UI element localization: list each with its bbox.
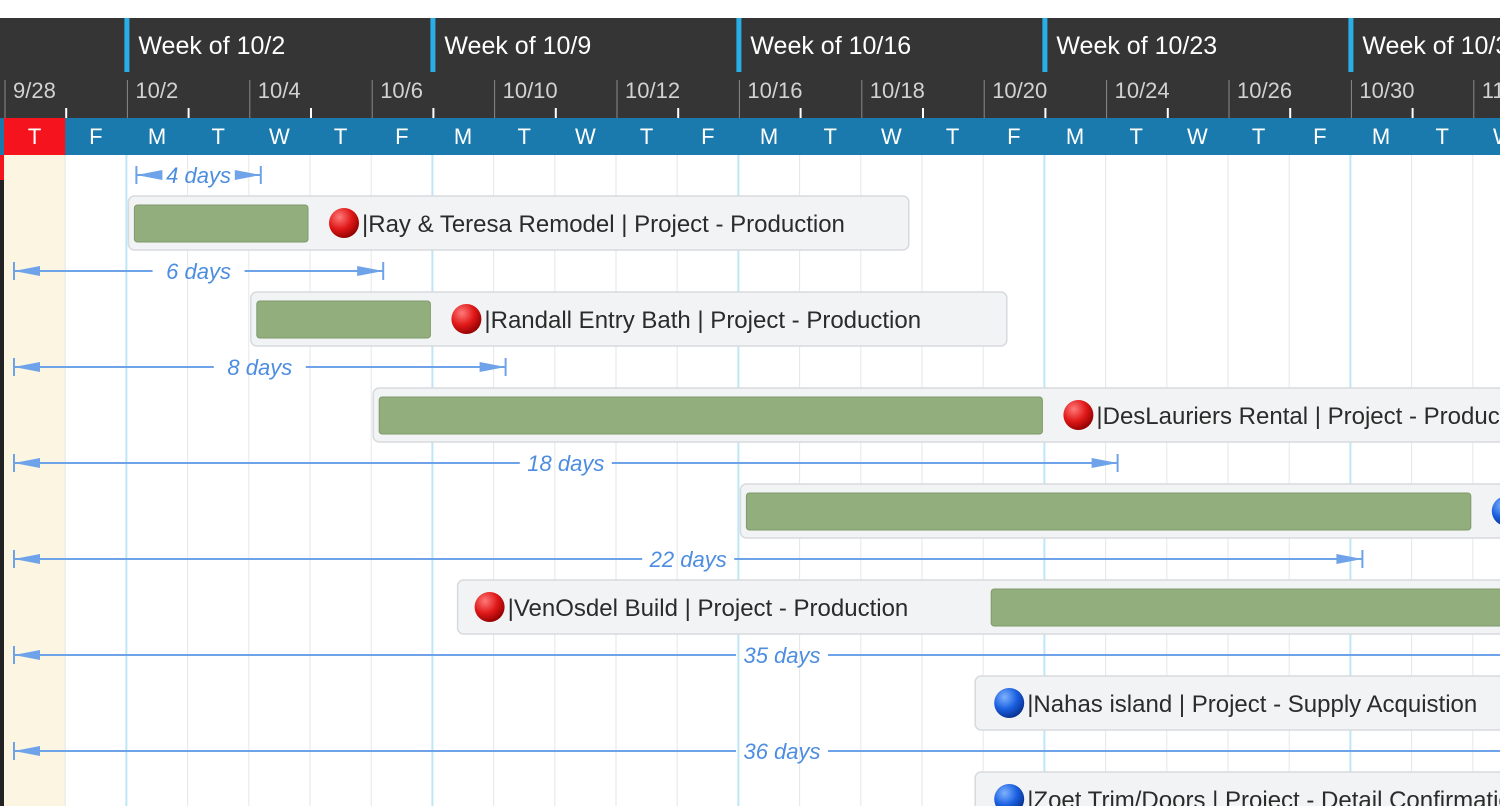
task-row[interactable]: [739, 483, 1500, 539]
duration-label: 22 days: [649, 547, 727, 572]
week-marker: [1348, 18, 1354, 72]
date-tick-label: 10/16: [747, 78, 802, 103]
status-red-icon: [1063, 400, 1094, 430]
gantt-canvas[interactable]: Week of 10/2 Week of 10/9 Week of 10/16 Wee…: [0, 0, 1500, 806]
weekday-label: T: [1435, 124, 1448, 149]
week-label: Week of 10/9: [444, 32, 591, 60]
task-rows: 4 days 6 days 8 days 18 days 22 days 35 days 3…: [13, 163, 1500, 806]
status-red-icon: [474, 592, 505, 622]
task-row[interactable]: |Randall Entry Bath | Project - Producti…: [250, 291, 1008, 347]
weekday-label: F: [395, 124, 408, 149]
duration-label: 6 days: [166, 259, 231, 284]
weekday-label: M: [760, 124, 778, 149]
task-row[interactable]: |DesLauriers Rental | Project - Producti…: [372, 387, 1500, 443]
weekday-label: T: [1129, 124, 1142, 149]
date-tick-label: 10/4: [258, 78, 301, 103]
date-tick-label: 9/28: [13, 78, 56, 103]
duration-end-arrow: [479, 362, 506, 372]
duration-label: 36 days: [743, 739, 820, 764]
weekday-label: M: [1372, 124, 1390, 149]
status-blue-icon: [994, 688, 1025, 718]
task-row[interactable]: |Nahas island | Project - Supply Acquist…: [974, 675, 1500, 731]
week-marker: [430, 18, 436, 72]
date-tick-label: 10/30: [1359, 78, 1414, 103]
task-progress-bar[interactable]: [990, 588, 1500, 627]
gantt-chart[interactable]: Week of 10/2 Week of 10/9 Week of 10/16 Wee…: [0, 0, 1500, 806]
weekday-label: M: [1066, 124, 1084, 149]
weekday-label: T: [517, 124, 530, 149]
duration-indicator: 35 days: [13, 643, 1500, 668]
weekday-label: F: [1007, 124, 1020, 149]
today-column-highlight: [4, 155, 66, 806]
week-marker: [1042, 18, 1048, 72]
date-tick-label: 10/26: [1237, 78, 1292, 103]
duration-end-arrow: [357, 266, 384, 276]
task-row[interactable]: |VenOsdel Build | Project - Production: [456, 579, 1500, 635]
date-tick-label: 10/12: [625, 78, 680, 103]
date-tick-label: 11/1: [1482, 78, 1500, 103]
duration-indicator: 36 days: [13, 739, 1500, 764]
week-label: Week of 10/16: [750, 32, 911, 60]
duration-label: 4 days: [166, 163, 231, 188]
task-progress-bar[interactable]: [256, 300, 431, 339]
task-label-ray[interactable]: |Ray & Teresa Remodel | Project - Produc…: [362, 211, 845, 238]
week-label: Week of 10/23: [1056, 32, 1217, 60]
timeline-header: Week of 10/2 Week of 10/9 Week of 10/16 Wee…: [0, 0, 1500, 155]
weekday-label: W: [269, 124, 290, 149]
date-tick-label: 10/2: [135, 78, 178, 103]
weekday-label: T: [640, 124, 653, 149]
duration-indicator: 22 days: [13, 547, 1364, 572]
weekday-label: W: [1187, 124, 1208, 149]
weekday-label: T: [211, 124, 224, 149]
date-tick-label: 10/10: [503, 78, 558, 103]
left-edge-bar: [0, 118, 4, 806]
date-tick-label: 10/18: [870, 78, 925, 103]
weekday-strip: [0, 118, 1500, 155]
duration-indicator: 4 days: [135, 163, 262, 188]
duration-label: 18 days: [527, 451, 604, 476]
weekday-label: W: [1493, 124, 1500, 149]
task-label-venosdel[interactable]: |VenOsdel Build | Project - Production: [508, 595, 909, 622]
duration-indicator: 6 days: [13, 259, 385, 284]
date-tick-label: 10/6: [380, 78, 423, 103]
weekday-label: T: [334, 124, 347, 149]
weekday-label: T: [946, 124, 959, 149]
task-row[interactable]: |Ray & Teresa Remodel | Project - Produc…: [127, 195, 910, 251]
task-label-randall[interactable]: |Randall Entry Bath | Project - Producti…: [484, 307, 921, 334]
week-marker: [736, 18, 742, 72]
duration-start-arrow: [136, 170, 163, 180]
top-white-strip: [0, 0, 1500, 18]
task-progress-bar[interactable]: [378, 396, 1043, 435]
weekday-label: F: [89, 124, 102, 149]
duration-indicator: 18 days: [13, 451, 1119, 476]
weekday-label: F: [1313, 124, 1326, 149]
weekday-label: M: [148, 124, 166, 149]
date-tick-label: 10/20: [992, 78, 1047, 103]
task-label-deslauriers[interactable]: |DesLauriers Rental | Project - Producti…: [1096, 403, 1500, 430]
duration-label: 8 days: [227, 355, 292, 380]
date-tick-label: 10/24: [1115, 78, 1170, 103]
duration-label: 35 days: [743, 643, 820, 668]
task-label-zoet[interactable]: |Zoet Trim/Doors | Project - Detail Conf…: [1027, 787, 1500, 806]
week-label: Week of 10/30: [1362, 32, 1500, 60]
week-marker: [124, 18, 130, 72]
weekday-label: F: [701, 124, 714, 149]
status-red-icon: [451, 304, 482, 334]
weekday-label: T: [823, 124, 836, 149]
task-progress-bar[interactable]: [133, 204, 309, 243]
duration-end-arrow: [1091, 458, 1118, 468]
weekday-label: W: [575, 124, 596, 149]
task-label-nahas[interactable]: |Nahas island | Project - Supply Acquist…: [1027, 691, 1477, 718]
weekday-label: T: [28, 124, 41, 149]
duration-end-arrow: [234, 170, 261, 180]
weekday-label: T: [1252, 124, 1265, 149]
task-row[interactable]: |Zoet Trim/Doors | Project - Detail Conf…: [974, 771, 1500, 806]
week-label: Week of 10/2: [138, 32, 285, 60]
weekday-label: M: [454, 124, 472, 149]
status-red-icon: [329, 208, 359, 238]
weekday-label: W: [881, 124, 902, 149]
task-progress-bar[interactable]: [745, 492, 1472, 531]
